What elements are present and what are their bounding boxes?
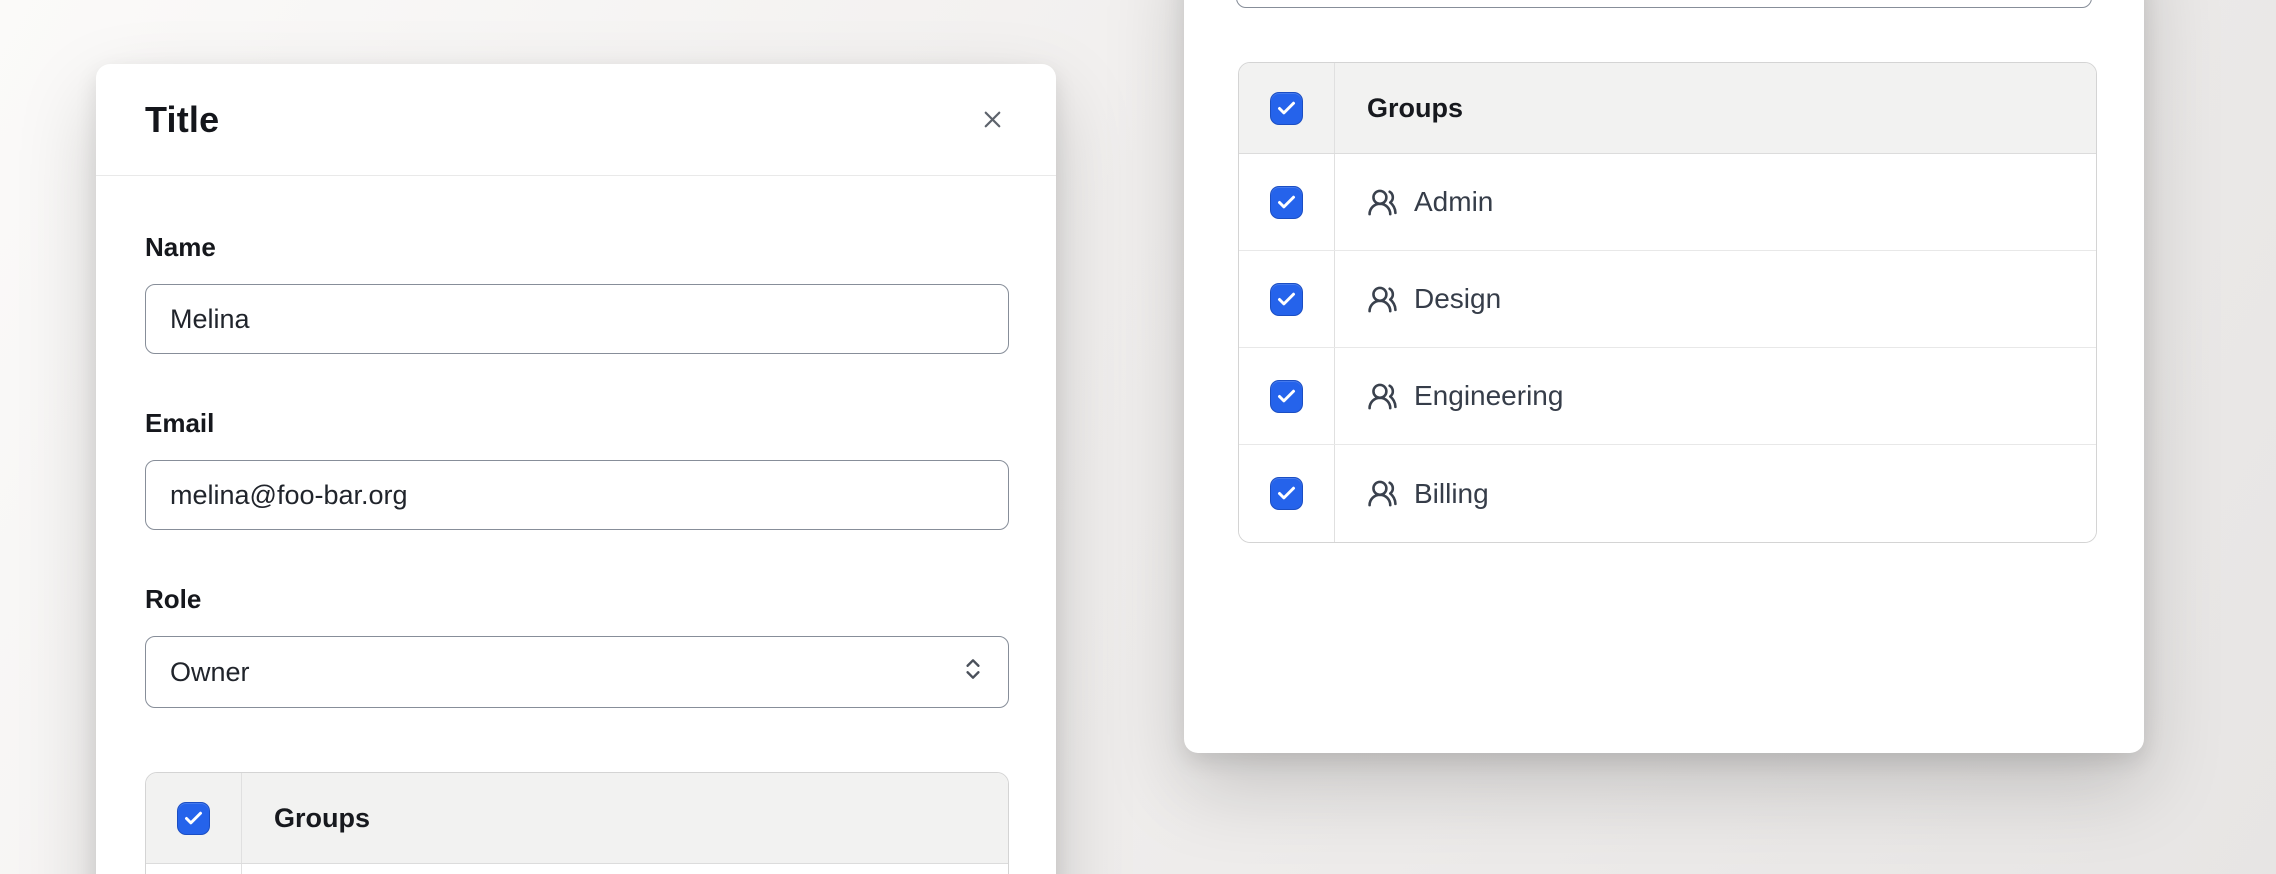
role-select-value: Owner [170, 657, 250, 688]
check-icon [1276, 386, 1297, 407]
users-icon [1367, 187, 1398, 218]
check-icon [1276, 483, 1297, 504]
group-name: Billing [1414, 478, 1489, 510]
group-row: Admin [146, 864, 1008, 874]
role-label: Role [145, 584, 1009, 615]
group-row: Billing [1239, 445, 2096, 542]
group-checkbox-cell [1239, 348, 1335, 444]
check-icon [183, 808, 204, 829]
group-name: Engineering [1414, 380, 1563, 412]
group-name: Design [1414, 283, 1501, 315]
group-checkbox-cell [1239, 445, 1335, 542]
users-icon [1367, 478, 1398, 509]
group-checkbox-cell [1239, 154, 1335, 250]
check-icon [1276, 192, 1297, 213]
page: Title Name Email Role Owner [0, 0, 2276, 874]
users-icon [1367, 284, 1398, 315]
groups-table-header: Groups [1239, 63, 2096, 154]
close-icon [979, 106, 1006, 133]
chevrons-up-down-icon [960, 656, 986, 689]
role-select[interactable]: Owner [145, 636, 1009, 708]
email-input[interactable] [145, 460, 1009, 530]
select-all-cell [1239, 63, 1335, 153]
dialog-title: Title [145, 99, 219, 141]
role-select-partial[interactable] [1236, 0, 2092, 8]
users-icon [1367, 381, 1398, 412]
dialog-header: Title [96, 64, 1056, 176]
edit-user-dialog: Title Name Email Role Owner [96, 64, 1056, 874]
group-checkbox-cell [146, 864, 242, 874]
groups-header-label: Groups [1335, 63, 1463, 153]
group-checkbox-cell [1239, 251, 1335, 347]
email-field-group: Email [145, 408, 1009, 530]
select-all-groups-checkbox[interactable] [177, 802, 210, 835]
groups-header-label: Groups [242, 773, 370, 863]
close-button[interactable] [975, 103, 1009, 137]
role-field-group: Role Owner [145, 584, 1009, 708]
group-row: Design [1239, 251, 2096, 348]
group-checkbox[interactable] [1270, 380, 1303, 413]
group-checkbox[interactable] [1270, 283, 1303, 316]
groups-table-header: Groups [146, 773, 1008, 864]
name-input[interactable] [145, 284, 1009, 354]
groups-table: Groups Admin [1238, 62, 2097, 543]
select-all-groups-checkbox[interactable] [1270, 92, 1303, 125]
email-label: Email [145, 408, 1009, 439]
group-checkbox[interactable] [1270, 477, 1303, 510]
check-icon [1276, 289, 1297, 310]
name-field-group: Name [145, 232, 1009, 354]
group-name: Admin [1414, 186, 1493, 218]
edit-user-dialog-detail: Groups Admin [1184, 0, 2144, 753]
group-row: Engineering [1239, 348, 2096, 445]
check-icon [1276, 98, 1297, 119]
select-all-cell [146, 773, 242, 863]
groups-table: Groups Admin [145, 772, 1009, 874]
group-row: Admin [1239, 154, 2096, 251]
group-checkbox[interactable] [1270, 186, 1303, 219]
name-label: Name [145, 232, 1009, 263]
dialog-body: Name Email Role Owner [96, 232, 1056, 874]
